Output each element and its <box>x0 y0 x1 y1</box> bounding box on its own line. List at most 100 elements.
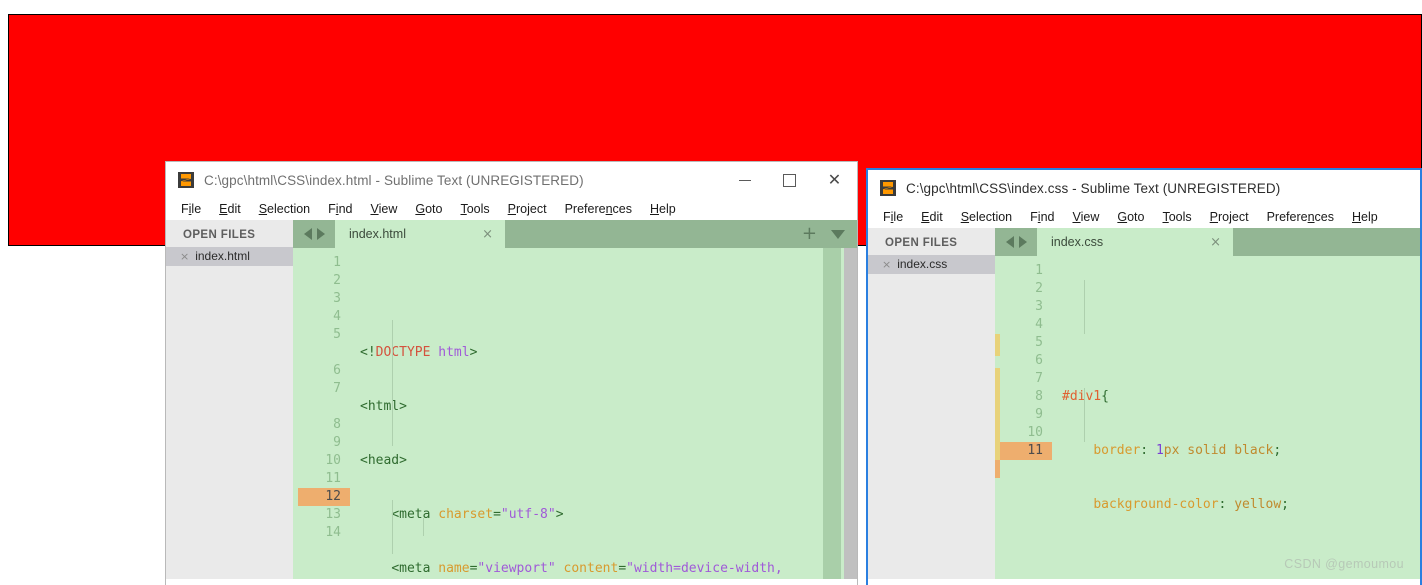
menu-edit[interactable]: Edit <box>912 210 952 224</box>
menu-goto[interactable]: Goto <box>1108 210 1153 224</box>
minimap-html[interactable] <box>822 248 844 579</box>
menu-project[interactable]: Project <box>1201 210 1258 224</box>
menubar-html[interactable]: File Edit Selection Find View Goto Tools… <box>166 198 857 220</box>
sidebar-html: OPEN FILES × index.html <box>166 220 293 579</box>
editor-column-css: index.css × 1 2 3 4 5 6 7 8 9 10 11 #div… <box>995 228 1420 579</box>
minimap-viewport[interactable] <box>823 248 841 579</box>
menu-find[interactable]: Find <box>319 202 361 216</box>
menu-help[interactable]: Help <box>1343 210 1387 224</box>
sidebar-item-index-css[interactable]: × index.css <box>868 255 995 274</box>
menu-selection[interactable]: Selection <box>952 210 1021 224</box>
maximize-button[interactable] <box>767 162 812 198</box>
line-number: 8 <box>1035 389 1043 404</box>
tab-label: index.html <box>349 227 406 241</box>
indent-guide <box>1084 280 1085 334</box>
code-line: background-color: yellow; <box>1093 497 1289 512</box>
line-number-active: 12 <box>298 488 350 506</box>
line-number: 11 <box>325 471 341 486</box>
line-number: 5 <box>333 327 341 342</box>
line-number: 4 <box>1035 317 1043 332</box>
sidebar-item-index-html[interactable]: × index.html <box>166 247 293 266</box>
sublime-logo-icon <box>178 172 194 188</box>
line-number: 2 <box>1035 281 1043 296</box>
menubar-css[interactable]: File Edit Selection Find View Goto Tools… <box>868 206 1420 228</box>
code-line: <meta name="viewport" content="width=dev… <box>391 561 783 576</box>
sidebar-css: OPEN FILES × index.css <box>868 228 995 579</box>
line-number: 9 <box>333 435 341 450</box>
indent-guide <box>392 320 393 446</box>
tabbar-actions <box>1233 228 1420 256</box>
menu-tools[interactable]: Tools <box>451 202 498 216</box>
line-number: 10 <box>1027 425 1043 440</box>
arrow-left-icon[interactable] <box>303 228 312 240</box>
code-area-css[interactable]: 1 2 3 4 5 6 7 8 9 10 11 #div1{border: 1… <box>995 256 1420 579</box>
code-content-html[interactable]: <!DOCTYPE html> <html> <head> <meta char… <box>350 248 822 579</box>
tab-scroll-arrows[interactable] <box>293 220 335 248</box>
minimize-button[interactable] <box>722 162 767 198</box>
arrow-right-icon[interactable] <box>316 228 325 240</box>
line-number: 9 <box>1035 407 1043 422</box>
tab-label: index.css <box>1051 235 1104 249</box>
titlebar-css[interactable]: C:\gpc\html\CSS\index.css - Sublime Text… <box>868 170 1420 206</box>
tabbar-html[interactable]: index.html × + <box>293 220 857 248</box>
screen: C:\gpc\html\CSS\index.html - Sublime Tex… <box>0 0 1422 585</box>
code-line: <meta charset="utf-8"> <box>391 507 564 522</box>
line-number: 3 <box>1035 299 1043 314</box>
sidebar-header-open-files: OPEN FILES <box>183 229 256 241</box>
menu-file[interactable]: File <box>172 202 210 216</box>
tab-menu-caret-icon[interactable] <box>831 229 845 239</box>
menu-preferences[interactable]: Preferences <box>556 202 641 216</box>
menu-project[interactable]: Project <box>499 202 556 216</box>
line-number: 7 <box>1035 371 1043 386</box>
scrollbar-thumb[interactable] <box>844 248 857 579</box>
line-number: 3 <box>333 291 341 306</box>
tabbar-css[interactable]: index.css × <box>995 228 1420 256</box>
line-number-active: 11 <box>1000 442 1052 460</box>
sidebar-file-label: index.css <box>897 257 948 271</box>
window-title-css: C:\gpc\html\CSS\index.css - Sublime Text… <box>906 180 1281 196</box>
close-icon[interactable]: × <box>882 258 891 271</box>
window-body-css: OPEN FILES × index.css index.css × 1 2 3… <box>868 228 1420 579</box>
line-number: 6 <box>1035 353 1043 368</box>
menu-preferences[interactable]: Preferences <box>1258 210 1343 224</box>
line-number: 2 <box>333 273 341 288</box>
menu-file[interactable]: File <box>874 210 912 224</box>
menu-help[interactable]: Help <box>641 202 685 216</box>
new-tab-icon[interactable]: + <box>802 225 817 243</box>
tab-close-icon[interactable]: × <box>1210 235 1221 250</box>
arrow-right-icon[interactable] <box>1018 236 1027 248</box>
close-button[interactable]: ✕ <box>812 162 857 198</box>
menu-edit[interactable]: Edit <box>210 202 250 216</box>
arrow-left-icon[interactable] <box>1005 236 1014 248</box>
close-icon[interactable]: × <box>180 250 189 263</box>
line-number-wrap <box>298 398 350 416</box>
menu-goto[interactable]: Goto <box>406 202 451 216</box>
tab-close-icon[interactable]: × <box>482 227 493 242</box>
tab-index-css[interactable]: index.css × <box>1037 228 1233 256</box>
menu-selection[interactable]: Selection <box>250 202 319 216</box>
line-number: 6 <box>333 363 341 378</box>
indent-guide <box>423 518 424 536</box>
code-line: #div1{ <box>1062 389 1109 404</box>
vertical-scrollbar-html[interactable] <box>844 248 857 579</box>
menu-find[interactable]: Find <box>1021 210 1063 224</box>
line-number: 7 <box>333 381 341 396</box>
menu-tools[interactable]: Tools <box>1153 210 1200 224</box>
window-body-html: OPEN FILES × index.html index.html × + 1… <box>166 220 857 579</box>
menu-view[interactable]: View <box>361 202 406 216</box>
tab-index-html[interactable]: index.html × <box>335 220 505 248</box>
line-number-gutter-html: 1 2 3 4 5 6 7 8 9 10 11 12 13 14 <box>298 248 350 579</box>
menu-view[interactable]: View <box>1063 210 1108 224</box>
titlebar-html[interactable]: C:\gpc\html\CSS\index.html - Sublime Tex… <box>166 162 857 198</box>
indent-guide <box>392 500 393 554</box>
code-area-html[interactable]: 1 2 3 4 5 6 7 8 9 10 11 12 13 14 <!DOCTY… <box>293 248 857 579</box>
sublime-window-index-html[interactable]: C:\gpc\html\CSS\index.html - Sublime Tex… <box>166 162 857 585</box>
indent-guide <box>1084 388 1085 442</box>
line-number: 1 <box>333 255 341 270</box>
sublime-window-index-css[interactable]: C:\gpc\html\CSS\index.css - Sublime Text… <box>866 168 1422 585</box>
line-number: 8 <box>333 417 341 432</box>
tab-scroll-arrows[interactable] <box>995 228 1037 256</box>
code-content-css[interactable]: #div1{ border: 1px solid black; backgrou… <box>1052 256 1420 579</box>
tabbar-actions: + <box>505 220 857 248</box>
